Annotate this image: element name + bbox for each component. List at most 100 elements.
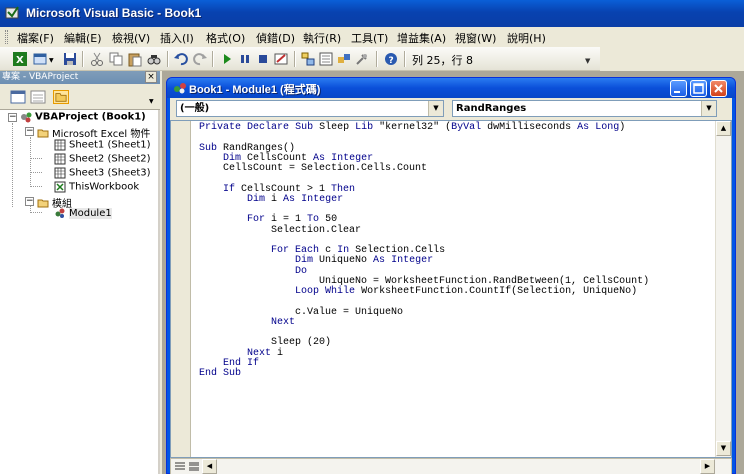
code-window-title-bar[interactable]: Book1 - Module1 (程式碼) — [167, 78, 735, 98]
code-window-body: (一般) ▼ RandRanges ▼ Private Declare Sub … — [170, 98, 732, 474]
code-line[interactable]: Selection.Clear — [199, 225, 361, 236]
scroll-up-icon[interactable]: ▲ — [716, 121, 731, 136]
properties-window-icon[interactable] — [318, 51, 334, 67]
help-icon[interactable]: ? — [383, 51, 399, 67]
toggle-folders-icon[interactable] — [53, 90, 69, 104]
copy-icon[interactable] — [108, 51, 124, 67]
maximize-icon — [693, 83, 704, 94]
find-icon[interactable] — [146, 51, 162, 67]
tree-item-vbaproject[interactable]: VBAProject (Book1) — [20, 111, 146, 125]
toolbar-separator — [212, 51, 213, 67]
vbaproject-icon — [21, 112, 32, 123]
code-line[interactable]: Dim i As Integer — [199, 194, 343, 205]
code-line[interactable]: Private Declare Sub Sleep Lib "kernel32"… — [199, 122, 625, 133]
app-title: Microsoft Visual Basic - Book1 — [26, 6, 202, 20]
save-icon[interactable] — [62, 51, 78, 67]
break-icon[interactable] — [237, 51, 253, 67]
menu-debug[interactable]: 偵錯(D) — [256, 30, 295, 46]
sheet-icon — [54, 139, 66, 151]
procedure-view-icon[interactable] — [174, 461, 186, 472]
toolbox-icon[interactable] — [354, 51, 370, 67]
tree-label: VBAProject (Book1) — [35, 111, 146, 123]
module-icon — [174, 83, 186, 94]
svg-text:X: X — [16, 55, 24, 66]
tree-item-module1[interactable]: Module1 — [54, 207, 112, 221]
run-icon[interactable] — [219, 51, 235, 67]
view-object-icon[interactable] — [30, 90, 46, 104]
toolbar-separator — [404, 51, 405, 67]
menu-help[interactable]: 說明(H) — [507, 30, 546, 46]
code-line[interactable]: Next — [199, 317, 295, 328]
insert-userform-icon[interactable] — [33, 51, 49, 67]
project-pane-title: 專案 - VBAProject × — [0, 71, 160, 84]
redo-icon[interactable] — [192, 51, 208, 67]
collapse-modules-icon[interactable]: − — [25, 197, 34, 206]
chevron-down-icon[interactable]: ▼ — [701, 101, 716, 116]
menu-format[interactable]: 格式(O) — [206, 30, 245, 46]
collapse-excel-objects-icon[interactable]: − — [25, 127, 34, 136]
chevron-down-icon[interactable]: ▼ — [428, 101, 443, 116]
code-line[interactable]: Loop While WorksheetFunction.CountIf(Sel… — [199, 286, 637, 297]
reset-icon[interactable] — [255, 51, 271, 67]
menu-window[interactable]: 視窗(W) — [455, 30, 496, 46]
tree-item-sheet3[interactable]: Sheet3 (Sheet3) — [54, 167, 151, 181]
pane-toolbar-dropdown-icon[interactable]: ▼ — [149, 98, 154, 105]
view-excel-icon[interactable]: X — [12, 51, 28, 67]
design-mode-icon[interactable] — [273, 51, 289, 67]
procedure-combo[interactable]: RandRanges ▼ — [452, 100, 717, 117]
menu-insert[interactable]: 插入(I) — [160, 30, 194, 46]
sheet-icon — [54, 153, 66, 165]
vertical-scrollbar[interactable]: ▲ ▼ — [715, 121, 731, 457]
project-explorer-icon[interactable] — [300, 51, 316, 67]
horizontal-scrollbar[interactable]: ◀ ▶ — [170, 458, 732, 474]
code-line[interactable]: CellsCount = Selection.Cells.Count — [199, 163, 427, 174]
menu-file[interactable]: 檔案(F) — [17, 30, 54, 46]
minimize-button[interactable] — [670, 80, 687, 97]
tree-item-sheet1[interactable]: Sheet1 (Sheet1) — [54, 139, 151, 153]
procedure-combo-value: RandRanges — [456, 103, 527, 114]
scroll-left-icon[interactable]: ◀ — [202, 459, 217, 474]
close-icon[interactable]: × — [145, 71, 157, 83]
maximize-button[interactable] — [690, 80, 707, 97]
menu-grip[interactable] — [5, 30, 8, 44]
cursor-position: 列 25，行 8 — [412, 54, 473, 67]
close-button[interactable] — [710, 80, 727, 97]
toolbar-separator — [376, 51, 377, 67]
object-combo[interactable]: (一般) ▼ — [176, 100, 444, 117]
code-editor[interactable]: Private Declare Sub Sleep Lib "kernel32"… — [170, 120, 732, 458]
menu-view[interactable]: 檢視(V) — [112, 30, 150, 46]
sheet-icon — [54, 167, 66, 179]
toolbar-options-icon[interactable]: ▼ — [585, 57, 590, 65]
tree-line — [30, 158, 42, 159]
tree-line — [30, 186, 42, 187]
scroll-down-icon[interactable]: ▼ — [716, 441, 731, 456]
code-line[interactable]: End Sub — [199, 368, 241, 379]
tree-line — [12, 123, 13, 207]
collapse-project-icon[interactable]: − — [8, 113, 17, 122]
project-pane-title-text: 專案 - VBAProject — [2, 72, 79, 82]
view-code-icon[interactable] — [10, 90, 26, 104]
menu-addins[interactable]: 增益集(A) — [397, 30, 446, 46]
svg-text:?: ? — [389, 56, 394, 66]
menu-run[interactable]: 執行(R) — [303, 30, 341, 46]
full-module-view-icon[interactable] — [188, 461, 200, 472]
scroll-right-icon[interactable]: ▶ — [700, 459, 715, 474]
tree-label: Module1 — [69, 207, 112, 219]
menu-edit[interactable]: 編輯(E) — [64, 30, 102, 46]
tree-label: Sheet3 (Sheet3) — [69, 167, 151, 179]
toolbar-separator — [82, 51, 83, 67]
tree-item-excel-objects[interactable]: Microsoft Excel 物件 — [37, 125, 150, 140]
paste-icon[interactable] — [127, 51, 143, 67]
standard-toolbar: X ▼ ? 列 25，行 8 ▼ — [0, 47, 600, 71]
tree-label: Sheet2 (Sheet2) — [69, 153, 151, 165]
tree-item-thisworkbook[interactable]: ThisWorkbook — [54, 181, 139, 195]
tree-item-sheet2[interactable]: Sheet2 (Sheet2) — [54, 153, 151, 167]
undo-icon[interactable] — [173, 51, 189, 67]
code-window-title: Book1 - Module1 (程式碼) — [189, 84, 321, 96]
project-pane-toolbar: ▼ — [0, 84, 160, 110]
margin-indicator-bar[interactable] — [171, 121, 191, 457]
menu-tools[interactable]: 工具(T) — [351, 30, 388, 46]
insert-dropdown-icon[interactable]: ▼ — [49, 57, 54, 64]
object-browser-icon[interactable] — [336, 51, 352, 67]
cut-icon[interactable] — [89, 51, 105, 67]
